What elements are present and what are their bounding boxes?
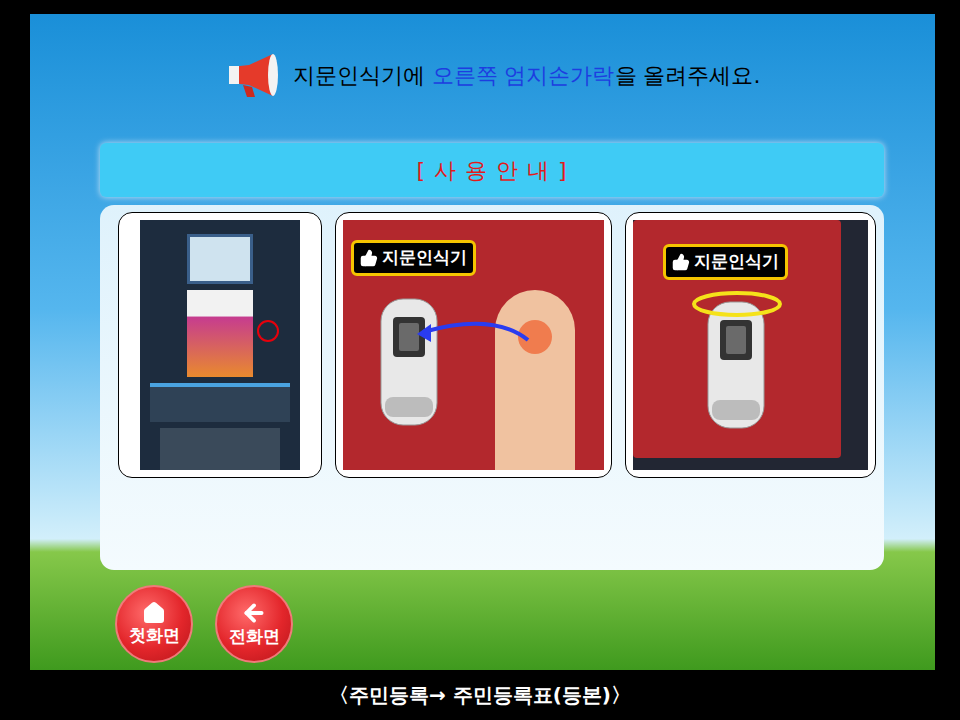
highlight-ring-icon bbox=[691, 290, 783, 318]
finger-photo: 지문인식기 bbox=[343, 220, 604, 470]
kiosk-photo bbox=[140, 220, 300, 470]
screen: 지문인식기에 오른쪽 엄지손가락을 올려주세요. [ 사 용 안 내 ] 지문인식기… bbox=[0, 0, 960, 720]
guide-panel: [ 사 용 안 내 ] 지문인식기 지문인식기 bbox=[100, 143, 884, 570]
guide-title-bar: [ 사 용 안 내 ] bbox=[100, 143, 884, 197]
instruction-text: 지문인식기에 오른쪽 엄지손가락을 올려주세요. bbox=[293, 59, 761, 92]
instruction-header: 지문인식기에 오른쪽 엄지손가락을 올려주세요. bbox=[30, 50, 935, 100]
thumbs-up-icon bbox=[360, 249, 378, 267]
back-button[interactable]: 전화면 bbox=[215, 585, 293, 663]
photo-card bbox=[118, 212, 322, 478]
guide-body: 지문인식기 지문인식기 bbox=[100, 205, 884, 570]
photo-card: 지문인식기 bbox=[335, 212, 612, 478]
thumbs-up-icon bbox=[672, 253, 690, 271]
nav-buttons: 첫화면 전화면 bbox=[115, 585, 935, 663]
reader-photo: 지문인식기 bbox=[633, 220, 868, 470]
fingerprint-reader-icon bbox=[379, 282, 439, 442]
arrow-icon bbox=[413, 310, 533, 350]
back-arrow-icon bbox=[241, 600, 267, 626]
photo-badge: 지문인식기 bbox=[351, 240, 476, 276]
footer: 〈주민등록→ 주민등록표(등본)〉 bbox=[0, 670, 960, 720]
megaphone-icon bbox=[225, 51, 281, 99]
home-button[interactable]: 첫화면 bbox=[115, 585, 193, 663]
photo-badge: 지문인식기 bbox=[663, 244, 788, 280]
home-icon bbox=[142, 601, 166, 625]
main-area: 지문인식기에 오른쪽 엄지손가락을 올려주세요. [ 사 용 안 내 ] 지문인식기… bbox=[30, 14, 935, 670]
photo-card: 지문인식기 bbox=[625, 212, 876, 478]
fingerprint-reader-icon bbox=[703, 300, 769, 430]
